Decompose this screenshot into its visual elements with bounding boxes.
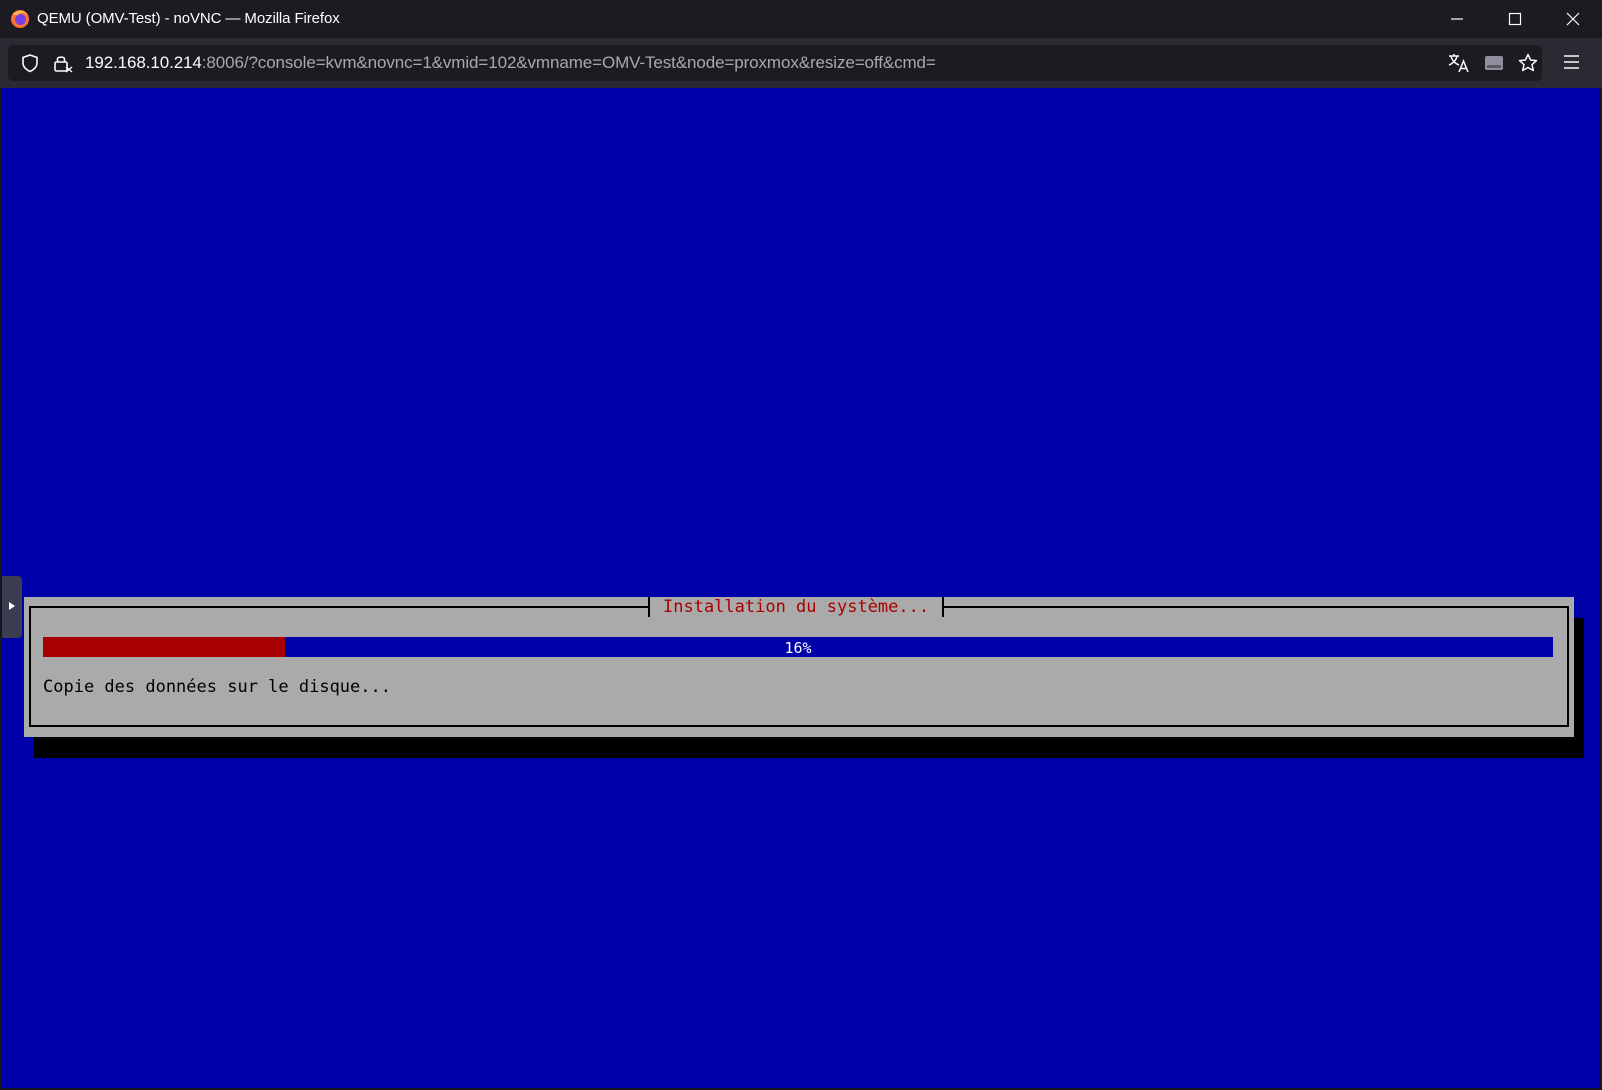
maximize-button[interactable]: [1486, 0, 1544, 38]
progress-bar: 16%: [43, 637, 1553, 657]
url-bar[interactable]: 192.168.10.214:8006/?console=kvm&novnc=1…: [8, 45, 1542, 81]
novnc-control-bar-handle[interactable]: [2, 576, 22, 638]
dialog-frame: [29, 606, 1569, 727]
browser-toolbar: 192.168.10.214:8006/?console=kvm&novnc=1…: [0, 38, 1602, 88]
firefox-logo-icon: [11, 10, 29, 28]
translate-icon[interactable]: [1448, 53, 1470, 73]
drive-icon[interactable]: [1483, 53, 1505, 73]
dialog-title: Installation du système...: [648, 597, 945, 617]
close-button[interactable]: [1544, 0, 1602, 38]
url-text[interactable]: 192.168.10.214:8006/?console=kvm&novnc=1…: [85, 53, 936, 73]
shield-icon[interactable]: [20, 53, 40, 73]
minimize-icon: [1451, 18, 1463, 20]
window-titlebar: QEMU (OMV-Test) - noVNC — Mozilla Firefo…: [0, 0, 1602, 38]
minimize-button[interactable]: [1428, 0, 1486, 38]
window-title: QEMU (OMV-Test) - noVNC — Mozilla Firefo…: [37, 10, 340, 27]
maximize-icon: [1508, 12, 1522, 26]
expand-arrow-icon: [9, 602, 15, 610]
url-path: :8006/?console=kvm&novnc=1&vmid=102&vmna…: [201, 53, 936, 72]
close-icon: [1566, 12, 1580, 26]
lock-icon[interactable]: [52, 53, 74, 73]
bookmark-star-icon[interactable]: [1517, 53, 1539, 73]
menu-icon[interactable]: [1561, 51, 1583, 73]
status-message: Copie des données sur le disque...: [43, 677, 391, 697]
progress-percent-label: 16%: [784, 639, 812, 657]
url-host: 192.168.10.214: [85, 53, 202, 72]
vnc-console[interactable]: Installation du système... 16% Copie des…: [0, 88, 1602, 1090]
installer-dialog: Installation du système... 16% Copie des…: [24, 597, 1574, 737]
